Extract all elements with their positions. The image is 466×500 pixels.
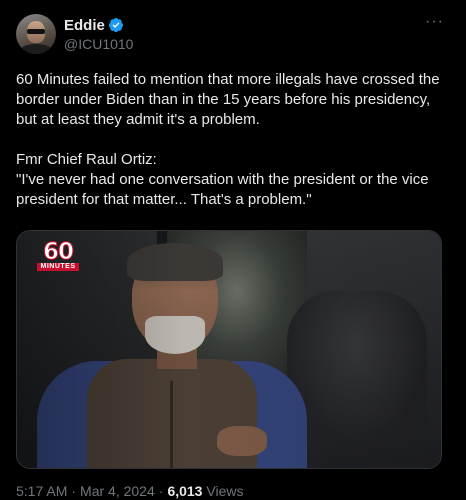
sixty-minutes-logo: 60 MINUTES xyxy=(37,239,79,271)
media-shading xyxy=(17,231,441,468)
author-handle[interactable]: @ICU1010 xyxy=(64,36,133,52)
logo-number: 60 xyxy=(42,239,74,265)
tweet-meta: 5:17 AM · Mar 4, 2024 · 6,013 Views xyxy=(16,483,243,499)
meta-separator: · xyxy=(158,483,164,499)
author-name-row[interactable]: Eddie xyxy=(64,16,124,34)
more-options-icon[interactable]: ··· xyxy=(425,14,444,30)
logo-word: MINUTES xyxy=(37,263,79,271)
meta-separator: · xyxy=(71,483,77,499)
tweet-media-video[interactable]: 60 MINUTES xyxy=(16,230,442,469)
verified-badge-icon xyxy=(108,18,123,33)
author-display-name[interactable]: Eddie xyxy=(64,17,105,34)
tweet-time[interactable]: 5:17 AM xyxy=(16,483,67,499)
avatar[interactable] xyxy=(16,14,56,54)
avatar-sunglasses xyxy=(27,29,45,34)
views-label: Views xyxy=(206,483,244,499)
tweet[interactable]: Eddie @ICU1010 ··· 60 Minutes failed to … xyxy=(0,0,466,500)
tweet-text: 60 Minutes failed to mention that more i… xyxy=(16,71,440,208)
views-count: 6,013 xyxy=(167,483,203,499)
avatar-shirt xyxy=(20,44,52,54)
tweet-date[interactable]: Mar 4, 2024 xyxy=(80,483,155,499)
